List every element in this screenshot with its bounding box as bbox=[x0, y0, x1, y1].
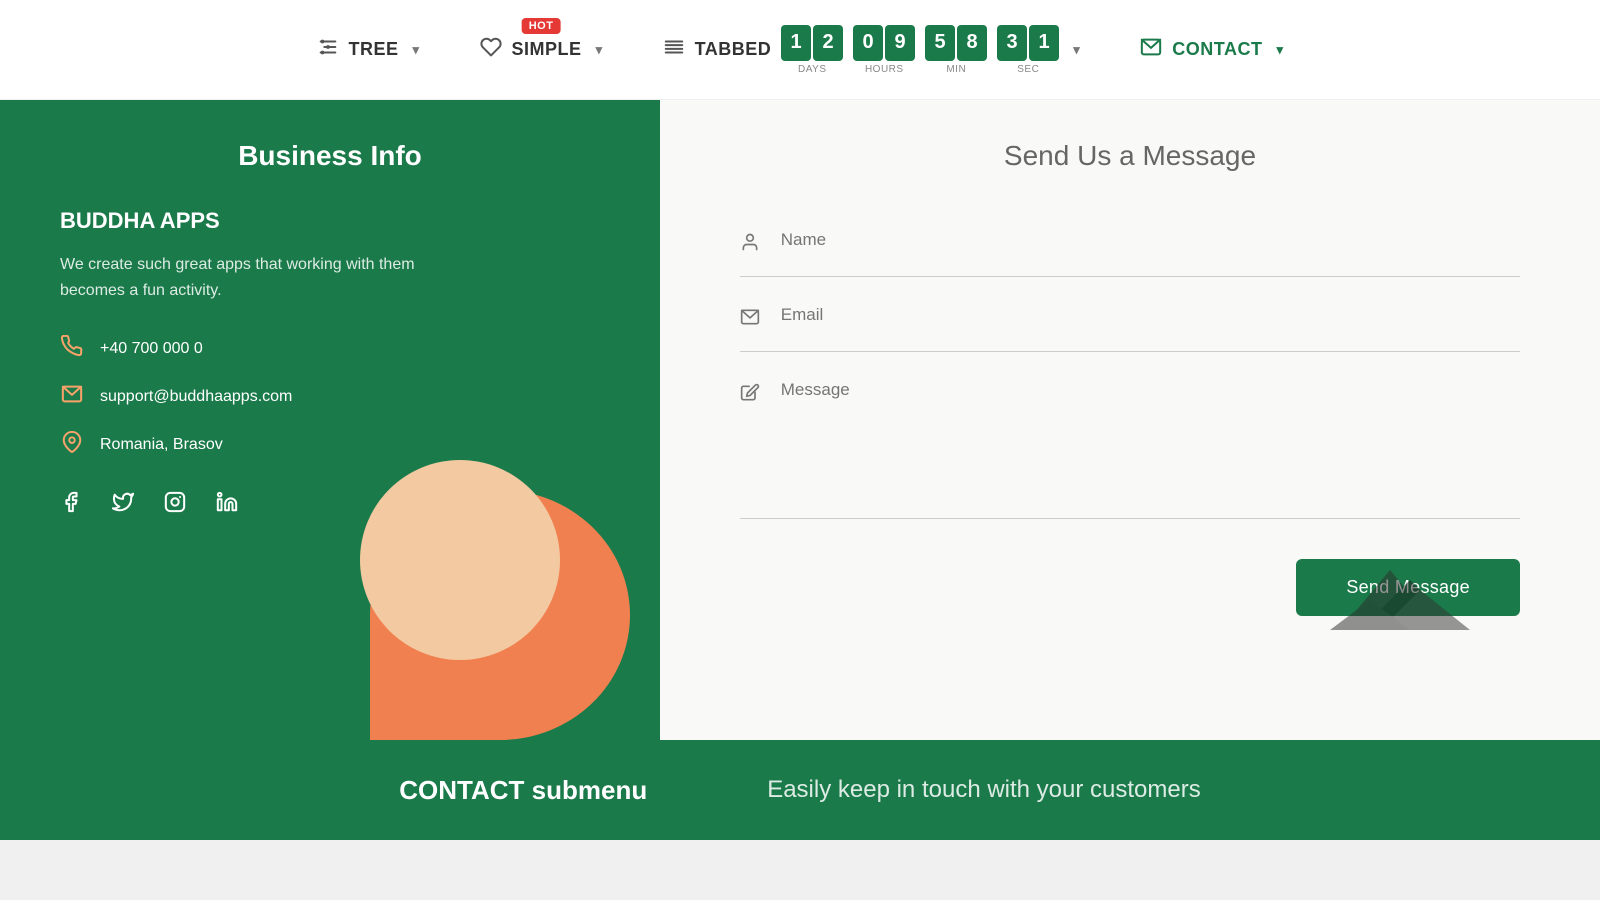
location-icon bbox=[60, 431, 84, 459]
form-panel: Send Us a Message Send Message bbox=[660, 100, 1600, 740]
footer-title: CONTACT submenu bbox=[399, 775, 647, 806]
countdown: 1 2 DAYS 0 9 HOURS 5 8 MIN bbox=[781, 25, 1059, 75]
phone-item: +40 700 000 0 bbox=[60, 335, 600, 363]
person-icon bbox=[740, 232, 763, 258]
tree-icon bbox=[317, 36, 339, 64]
sec-digit-1: 3 bbox=[997, 25, 1027, 61]
countdown-hours: 0 9 HOURS bbox=[853, 25, 915, 75]
email-field-icon bbox=[740, 307, 763, 333]
contact-chevron: ▾ bbox=[1276, 42, 1283, 58]
business-panel: Business Info BUDDHA APPS We create such… bbox=[0, 100, 660, 740]
deco-circle bbox=[360, 460, 560, 660]
tabbed-icon bbox=[663, 36, 685, 64]
nav-contact[interactable]: CONTACT ▾ bbox=[1140, 36, 1283, 64]
nav-tree[interactable]: TREE ▾ bbox=[317, 36, 420, 64]
email-input[interactable] bbox=[781, 305, 1520, 325]
facebook-icon[interactable] bbox=[60, 491, 82, 519]
twitter-icon[interactable] bbox=[112, 491, 134, 519]
hours-label: HOURS bbox=[865, 64, 904, 75]
min-digit-2: 8 bbox=[957, 25, 987, 61]
mail-icon bbox=[1140, 36, 1162, 64]
tree-label: TREE bbox=[349, 39, 399, 60]
business-desc: We create such great apps that working w… bbox=[60, 252, 440, 303]
footer: CONTACT submenu Easily keep in touch wit… bbox=[0, 740, 1600, 840]
countdown-minutes: 5 8 MIN bbox=[925, 25, 987, 75]
message-field bbox=[740, 362, 1520, 519]
location-item: Romania, Brasov bbox=[60, 431, 600, 459]
business-name: BUDDHA APPS bbox=[60, 208, 600, 234]
sec-digit-2: 1 bbox=[1029, 25, 1059, 61]
phone-icon bbox=[60, 335, 84, 363]
main-content: Business Info BUDDHA APPS We create such… bbox=[0, 100, 1600, 740]
simple-label: SIMPLE bbox=[512, 39, 582, 60]
sec-label: SEC bbox=[1017, 64, 1039, 75]
days-label: DAYS bbox=[798, 64, 827, 75]
email-address: support@buddhaapps.com bbox=[100, 388, 292, 406]
message-icon bbox=[740, 383, 763, 409]
envelope-icon bbox=[60, 383, 84, 411]
heart-icon bbox=[480, 36, 502, 64]
countdown-seconds: 3 1 SEC bbox=[997, 25, 1059, 75]
instagram-icon[interactable] bbox=[164, 491, 186, 519]
email-item: support@buddhaapps.com bbox=[60, 383, 600, 411]
hours-digit-2: 9 bbox=[885, 25, 915, 61]
tabbed-label: TABBED bbox=[695, 39, 772, 60]
phone-number: +40 700 000 0 bbox=[100, 340, 203, 358]
message-input[interactable] bbox=[781, 380, 1520, 500]
location-text: Romania, Brasov bbox=[100, 436, 223, 454]
name-field bbox=[740, 212, 1520, 277]
contact-label: CONTACT bbox=[1172, 39, 1262, 60]
linkedin-icon[interactable] bbox=[216, 491, 238, 519]
name-input[interactable] bbox=[781, 230, 1520, 250]
email-field bbox=[740, 287, 1520, 352]
hours-digit-1: 0 bbox=[853, 25, 883, 61]
tabbed-chevron: ▾ bbox=[1073, 42, 1080, 58]
tree-chevron: ▾ bbox=[413, 42, 420, 58]
nav-tabbed[interactable]: TABBED 1 2 DAYS 0 9 HOURS 5 bbox=[663, 25, 1081, 75]
business-title: Business Info bbox=[60, 140, 600, 172]
countdown-days: 1 2 DAYS bbox=[781, 25, 843, 75]
min-digit-1: 5 bbox=[925, 25, 955, 61]
min-label: MIN bbox=[946, 64, 966, 75]
mountain-decoration bbox=[1280, 550, 1480, 630]
days-digit-2: 2 bbox=[813, 25, 843, 61]
hot-badge: HOT bbox=[522, 18, 561, 34]
form-title: Send Us a Message bbox=[740, 140, 1520, 172]
nav-simple[interactable]: HOT SIMPLE ▾ bbox=[480, 36, 603, 64]
footer-description: Easily keep in touch with your customers bbox=[767, 776, 1201, 804]
navbar: TREE ▾ HOT SIMPLE ▾ TABBED 1 2 DAYS bbox=[0, 0, 1600, 100]
days-digit-1: 1 bbox=[781, 25, 811, 61]
simple-chevron: ▾ bbox=[596, 42, 603, 58]
